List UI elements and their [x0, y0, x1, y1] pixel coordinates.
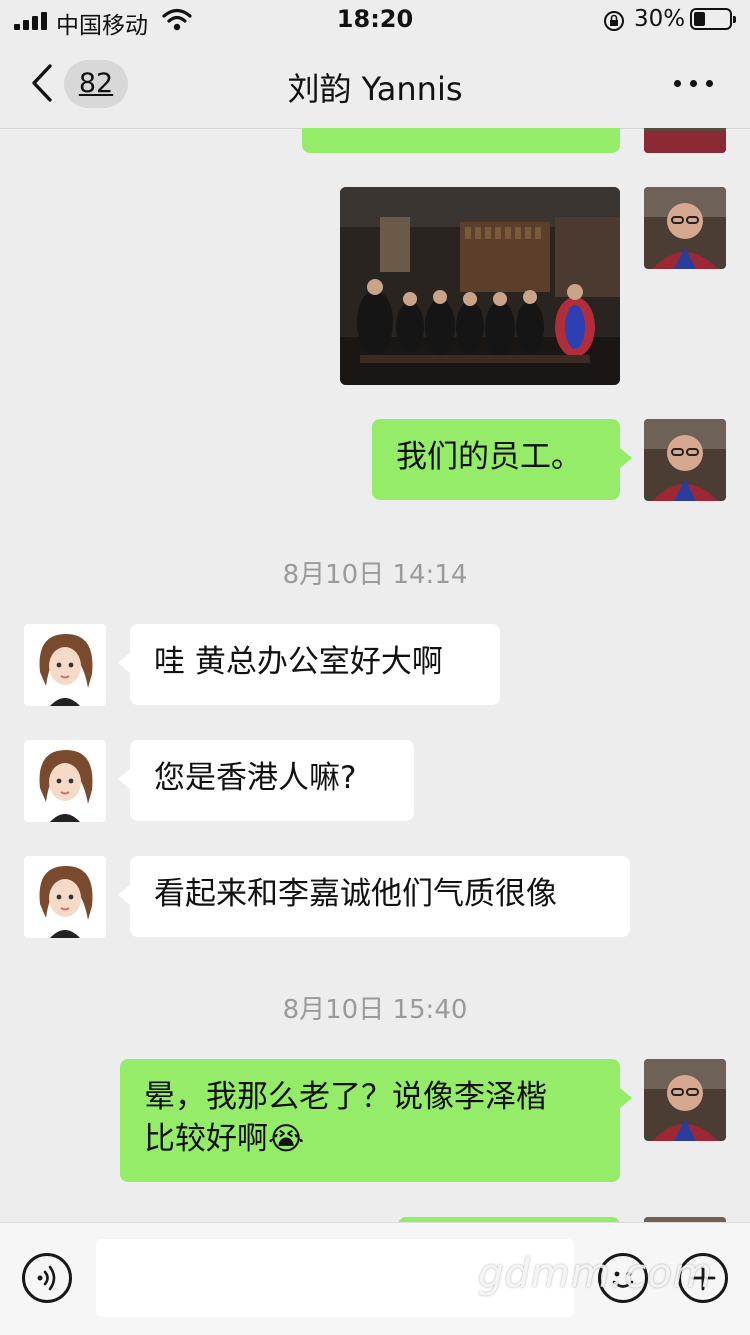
- message-bubble-sent[interactable]: 我们的员工。: [372, 419, 632, 500]
- message-bubble-received[interactable]: 哇 黄总办公室好大啊: [118, 624, 500, 705]
- avatar[interactable]: [24, 624, 106, 706]
- timestamp: 8月10日 14:14: [282, 560, 468, 590]
- chat-title: 刘韵 Yannis: [287, 70, 463, 108]
- avatar[interactable]: [24, 740, 106, 822]
- battery-percent: 30%: [634, 6, 686, 32]
- orientation-lock-icon: [604, 11, 624, 31]
- message-bubble-received[interactable]: 看起来和李嘉诚他们气质很像: [118, 856, 630, 937]
- watermark: gdmm.com: [478, 1251, 713, 1297]
- message-bubble-sent[interactable]: 晕，我那么老了？说像李泽楷 比较好啊😭: [120, 1059, 632, 1182]
- group-photo-image[interactable]: [340, 187, 620, 385]
- chat-header: 82 刘韵 Yannis: [0, 42, 750, 129]
- avatar[interactable]: [24, 856, 106, 938]
- input-bar: gdmm.com: [0, 1222, 750, 1335]
- timestamp: 8月10日 15:40: [282, 995, 468, 1025]
- battery-icon: [690, 8, 736, 30]
- status-bar: 中国移动 18:20 30%: [0, 0, 750, 42]
- crying-emoji-icon: 😭: [268, 1121, 305, 1157]
- message-bubble-received[interactable]: 您是香港人嘛?: [118, 740, 414, 821]
- voice-icon[interactable]: [22, 1253, 72, 1303]
- message-text-line: 比较好啊😭: [144, 1121, 305, 1157]
- avatar[interactable]: [644, 1059, 726, 1141]
- more-dots-icon[interactable]: [672, 72, 716, 96]
- message-bubble-sent[interactable]: [302, 128, 620, 153]
- message-text-line: 晕，我那么老了？说像李泽楷: [144, 1079, 547, 1115]
- avatar[interactable]: [644, 128, 726, 153]
- avatar[interactable]: [644, 187, 726, 269]
- avatar[interactable]: [644, 419, 726, 501]
- message-list[interactable]: 我们的员工。 8月10日 14:14 哇 黄总办公室好大啊 您是香港人嘛? 看起…: [0, 128, 750, 1222]
